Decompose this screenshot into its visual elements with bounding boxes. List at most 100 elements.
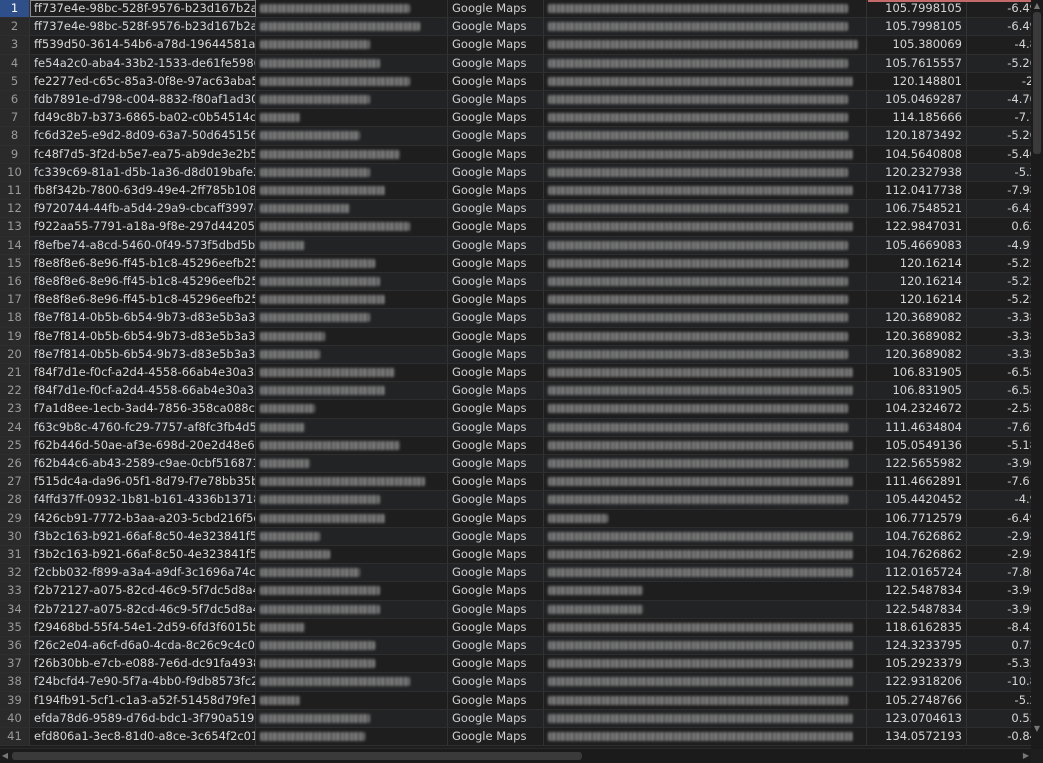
name-cell[interactable] (256, 218, 448, 236)
longitude-cell[interactable]: 104.2324672 (867, 400, 967, 418)
table-row[interactable]: 11 fb8f342b-7800-63d9-49e4-2ff785b1083e Go… (0, 182, 1031, 201)
row-number-cell[interactable]: 8 (0, 127, 30, 145)
latitude-cell[interactable]: -6.49 (967, 510, 1031, 527)
latitude-cell[interactable]: -8.43 (967, 619, 1031, 636)
latitude-cell[interactable]: -5.2 (967, 164, 1031, 181)
source-cell[interactable]: Google Maps (448, 18, 544, 36)
name-cell[interactable] (256, 436, 448, 454)
latitude-cell[interactable]: -2.98 (967, 546, 1031, 563)
address-cell[interactable] (544, 546, 867, 564)
row-number-cell[interactable]: 3 (0, 36, 30, 54)
name-cell[interactable] (256, 182, 448, 200)
table-row[interactable]: 26 f62b44c6-ab43-2589-c9ae-0cbf5168711e Go… (0, 455, 1031, 474)
longitude-cell[interactable]: 120.16214 (867, 291, 967, 309)
row-number-cell[interactable]: 35 (0, 618, 30, 636)
table-row[interactable]: 35 f29468bd-55f4-54e1-2d59-6fd3f6015bb9 Go… (0, 618, 1031, 637)
source-cell[interactable]: Google Maps (448, 382, 544, 400)
longitude-cell[interactable]: 114.185666 (867, 109, 967, 127)
source-cell[interactable]: Google Maps (448, 36, 544, 54)
table-row[interactable]: 40 efda78d6-9589-d76d-bdc1-3f790a5199a3 Go… (0, 709, 1031, 728)
row-number-cell[interactable]: 14 (0, 236, 30, 254)
id-cell[interactable]: f8e7f814-0b5b-6b54-9b73-d83e5b3a3daf (30, 345, 256, 363)
name-cell[interactable] (256, 309, 448, 327)
source-cell[interactable]: Google Maps (448, 527, 544, 545)
longitude-cell[interactable]: 106.7548521 (867, 200, 967, 218)
id-cell[interactable]: f194fb91-5cf1-c1a3-a52f-51458d79fe10 (30, 691, 256, 709)
name-cell[interactable] (256, 600, 448, 618)
id-cell[interactable]: f8e8f8e6-8e96-ff45-b1c8-45296eefb25f (30, 273, 256, 291)
source-cell[interactable]: Google Maps (448, 600, 544, 618)
longitude-cell[interactable]: 106.7712579 (867, 509, 967, 527)
longitude-cell[interactable]: 120.1873492 (867, 127, 967, 145)
id-cell[interactable]: f2b72127-a075-82cd-46c9-5f7dc5d8a42a (30, 600, 256, 618)
name-cell[interactable] (256, 0, 448, 18)
name-cell[interactable] (256, 91, 448, 109)
id-cell[interactable]: f8e7f814-0b5b-6b54-9b73-d83e5b3a3daf (30, 309, 256, 327)
id-cell[interactable]: ff737e4e-98bc-528f-9576-b23d167b2a09 (30, 0, 256, 18)
address-cell[interactable] (544, 600, 867, 618)
latitude-cell[interactable]: -4.91 (967, 237, 1031, 254)
id-cell[interactable]: f2b72127-a075-82cd-46c9-5f7dc5d8a42a (30, 582, 256, 600)
row-number-cell[interactable]: 6 (0, 91, 30, 109)
table-row[interactable]: 9 fc48f7d5-3f2d-b5e7-ea75-ab9de3e2b58c Goo… (0, 145, 1031, 164)
longitude-cell[interactable]: 105.4420452 (867, 491, 967, 509)
latitude-cell[interactable]: -3.96 (967, 582, 1031, 599)
longitude-cell[interactable]: 106.831905 (867, 382, 967, 400)
table-row[interactable]: 22 f84f7d1e-f0cf-a2d4-4558-66ab4e30a332 Go… (0, 382, 1031, 401)
latitude-cell[interactable]: -4.70 (967, 91, 1031, 108)
id-cell[interactable]: fdb7891e-d798-c004-8832-f80af1ad30eb (30, 91, 256, 109)
longitude-cell[interactable]: 105.0549136 (867, 436, 967, 454)
table-row[interactable]: 30 f3b2c163-b921-66af-8c50-4e323841f516 Go… (0, 527, 1031, 546)
id-cell[interactable]: f26c2e04-a6cf-d6a0-4cda-8c26c9c4c057 (30, 637, 256, 655)
table-row[interactable]: 19 f8e7f814-0b5b-6b54-9b73-d83e5b3a3daf Go… (0, 327, 1031, 346)
longitude-cell[interactable]: 105.7998105 (867, 0, 967, 18)
name-cell[interactable] (256, 345, 448, 363)
name-cell[interactable] (256, 527, 448, 545)
table-row[interactable]: 27 f515dc4a-da96-05f1-8d79-f7e78bb35b67 Go… (0, 473, 1031, 492)
name-cell[interactable] (256, 145, 448, 163)
latitude-cell[interactable]: -5.25 (967, 273, 1031, 290)
row-number-cell[interactable]: 34 (0, 600, 30, 618)
source-cell[interactable]: Google Maps (448, 637, 544, 655)
data-grid[interactable]: 1 ff737e4e-98bc-528f-9576-b23d167b2a09 Goo… (0, 0, 1031, 749)
row-number-cell[interactable]: 9 (0, 145, 30, 163)
row-number-cell[interactable]: 17 (0, 291, 30, 309)
name-cell[interactable] (256, 364, 448, 382)
source-cell[interactable]: Google Maps (448, 455, 544, 473)
latitude-cell[interactable]: -2. (967, 73, 1031, 90)
source-cell[interactable]: Google Maps (448, 327, 544, 345)
longitude-cell[interactable]: 120.148801 (867, 72, 967, 90)
source-cell[interactable]: Google Maps (448, 72, 544, 90)
source-cell[interactable]: Google Maps (448, 564, 544, 582)
address-cell[interactable] (544, 127, 867, 145)
table-row[interactable]: 2 ff737e4e-98bc-528f-9576-b23d167b2a09 Goo… (0, 18, 1031, 37)
source-cell[interactable]: Google Maps (448, 309, 544, 327)
latitude-cell[interactable]: -6.49 (967, 18, 1031, 35)
longitude-cell[interactable]: 105.2748766 (867, 691, 967, 709)
latitude-cell[interactable]: -3.38 (967, 328, 1031, 345)
latitude-cell[interactable]: -7.65 (967, 419, 1031, 436)
longitude-cell[interactable]: 111.4634804 (867, 418, 967, 436)
longitude-cell[interactable]: 120.3689082 (867, 309, 967, 327)
latitude-cell[interactable]: -2.98 (967, 528, 1031, 545)
longitude-cell[interactable]: 122.5487834 (867, 582, 967, 600)
row-number-cell[interactable]: 23 (0, 400, 30, 418)
id-cell[interactable]: f3b2c163-b921-66af-8c50-4e323841f516 (30, 527, 256, 545)
latitude-cell[interactable]: -5.46 (967, 146, 1031, 163)
id-cell[interactable]: f62b44c6-ab43-2589-c9ae-0cbf5168711e (30, 455, 256, 473)
latitude-cell[interactable]: 0.75 (967, 637, 1031, 654)
latitude-cell[interactable]: -7.61 (967, 473, 1031, 490)
row-number-cell[interactable]: 26 (0, 455, 30, 473)
source-cell[interactable]: Google Maps (448, 655, 544, 673)
source-cell[interactable]: Google Maps (448, 364, 544, 382)
id-cell[interactable]: fd49c8b7-b373-6865-ba02-c0b54514c7e2 (30, 109, 256, 127)
vertical-scroll-thumb[interactable] (1033, 12, 1041, 154)
longitude-cell[interactable]: 105.0469287 (867, 91, 967, 109)
table-row[interactable]: 20 f8e7f814-0b5b-6b54-9b73-d83e5b3a3daf Go… (0, 345, 1031, 364)
id-cell[interactable]: f84f7d1e-f0cf-a2d4-4558-66ab4e30a332 (30, 382, 256, 400)
table-row[interactable]: 6 fdb7891e-d798-c004-8832-f80af1ad30eb Goo… (0, 91, 1031, 110)
source-cell[interactable]: Google Maps (448, 509, 544, 527)
horizontal-scroll-thumb[interactable] (12, 752, 582, 760)
address-cell[interactable] (544, 618, 867, 636)
row-number-cell[interactable]: 11 (0, 182, 30, 200)
